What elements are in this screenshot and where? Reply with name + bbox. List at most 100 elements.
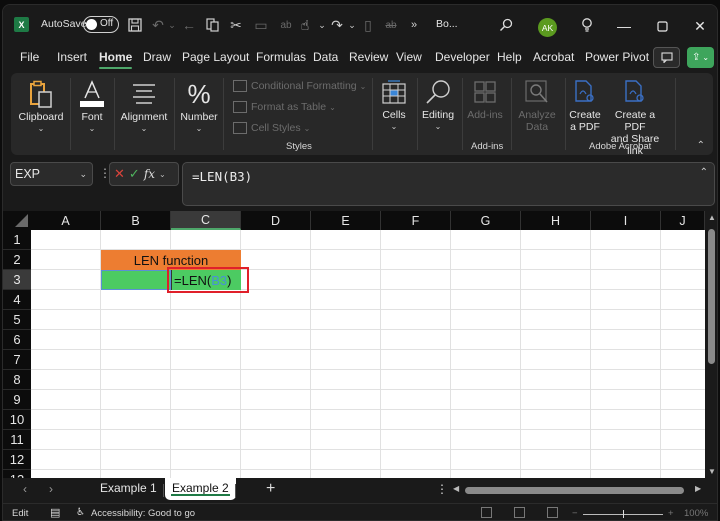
tab-page-layout[interactable]: Page Layout bbox=[182, 50, 249, 64]
create-pdf-button[interactable]: Create a PDF bbox=[567, 77, 603, 133]
sheet-tab-example-2[interactable]: Example 2 bbox=[165, 478, 236, 500]
accessibility-icon[interactable]: ♿ bbox=[76, 507, 85, 518]
cells-button[interactable]: Cells ⌄ bbox=[377, 77, 411, 131]
tab-insert[interactable]: Insert bbox=[57, 50, 87, 64]
collapse-formula-bar-icon[interactable]: ⌃ bbox=[700, 167, 708, 178]
zoom-in-button[interactable]: + bbox=[668, 508, 674, 519]
save-icon[interactable] bbox=[127, 17, 143, 33]
column-header-f[interactable]: F bbox=[381, 211, 451, 230]
chevron-down-icon[interactable]: ⌄ bbox=[159, 170, 166, 179]
spell-check-icon[interactable]: ab bbox=[278, 17, 294, 33]
zoom-out-button[interactable]: − bbox=[572, 508, 578, 519]
tab-home[interactable]: Home bbox=[99, 50, 133, 69]
tab-splitter-icon[interactable]: ⋮ bbox=[436, 482, 448, 496]
lightbulb-icon[interactable] bbox=[579, 17, 595, 33]
insert-function-icon[interactable]: fx bbox=[144, 167, 155, 181]
search-icon[interactable] bbox=[498, 17, 514, 33]
tab-developer[interactable]: Developer bbox=[435, 50, 490, 64]
document-title[interactable]: Bo... bbox=[436, 18, 458, 30]
tab-draw[interactable]: Draw bbox=[143, 50, 171, 64]
tab-view[interactable]: View bbox=[396, 50, 422, 64]
column-header-i[interactable]: I bbox=[591, 211, 661, 230]
touch-dropdown-icon[interactable]: ⌄ bbox=[314, 17, 330, 33]
prev-sheet-icon[interactable]: ‹ bbox=[23, 482, 27, 496]
maximize-icon[interactable] bbox=[653, 17, 671, 35]
copy-icon[interactable] bbox=[205, 17, 221, 33]
cancel-icon[interactable]: ✕ bbox=[114, 166, 125, 182]
tab-data[interactable]: Data bbox=[313, 50, 338, 64]
undo-dropdown-icon[interactable]: ⌄ bbox=[164, 17, 180, 33]
share-button[interactable]: ⇪ ⌄ bbox=[687, 47, 714, 68]
analyze-data-button[interactable]: Analyze Data bbox=[515, 77, 559, 133]
workbook-stats-icon[interactable]: ▤ bbox=[50, 506, 60, 519]
name-box[interactable]: EXP ⌄ bbox=[10, 162, 93, 186]
tab-power-pivot[interactable]: Power Pivot bbox=[585, 50, 649, 64]
accessibility-status[interactable]: Accessibility: Good to go bbox=[91, 508, 195, 519]
column-header-c[interactable]: C bbox=[171, 211, 241, 230]
enter-icon[interactable]: ✓ bbox=[129, 166, 140, 182]
image-icon[interactable]: ▭ bbox=[253, 17, 269, 33]
strikethrough-icon[interactable]: ab bbox=[383, 17, 399, 33]
vertical-scrollbar[interactable]: ▲ ▼ bbox=[706, 211, 717, 478]
tab-formulas[interactable]: Formulas bbox=[256, 50, 306, 64]
tab-review[interactable]: Review bbox=[349, 50, 388, 64]
add-ins-button[interactable]: Add-ins bbox=[465, 77, 505, 121]
row-header-9[interactable]: 9 bbox=[3, 390, 31, 410]
close-icon[interactable]: ✕ bbox=[691, 17, 709, 35]
zoom-slider-thumb[interactable] bbox=[623, 510, 624, 518]
scroll-left-icon[interactable]: ◀ bbox=[453, 484, 459, 493]
document-icon[interactable]: ▯ bbox=[360, 17, 376, 33]
formula-input[interactable]: =LEN(B3) ⌃ bbox=[182, 162, 715, 206]
column-header-d[interactable]: D bbox=[241, 211, 311, 230]
scroll-down-icon[interactable]: ▼ bbox=[708, 467, 716, 476]
redo-icon[interactable]: ↷ bbox=[329, 17, 345, 33]
column-header-h[interactable]: H bbox=[521, 211, 591, 230]
scroll-right-icon[interactable]: ▶ bbox=[695, 484, 701, 493]
row-header-8[interactable]: 8 bbox=[3, 370, 31, 390]
user-avatar[interactable]: AK bbox=[538, 18, 557, 37]
comments-button[interactable] bbox=[653, 47, 680, 68]
row-header-4[interactable]: 4 bbox=[3, 290, 31, 310]
row-header-1[interactable]: 1 bbox=[3, 230, 31, 250]
row-header-10[interactable]: 10 bbox=[3, 410, 31, 430]
column-header-b[interactable]: B bbox=[101, 211, 171, 230]
scroll-up-icon[interactable]: ▲ bbox=[708, 213, 716, 222]
collapse-ribbon-icon[interactable]: ⌃ bbox=[697, 140, 705, 151]
normal-view-icon[interactable] bbox=[481, 507, 492, 518]
touch-mode-icon[interactable]: ☝ bbox=[297, 17, 313, 33]
clipboard-button[interactable]: Clipboard ⌄ bbox=[19, 79, 63, 133]
number-button[interactable]: % Number ⌄ bbox=[179, 79, 219, 134]
cut-icon[interactable]: ✂ bbox=[228, 17, 244, 33]
font-button[interactable]: Font ⌄ bbox=[77, 79, 107, 133]
row-header-3[interactable]: 3 bbox=[3, 270, 31, 290]
alignment-button[interactable]: Alignment ⌄ bbox=[119, 79, 169, 133]
column-header-a[interactable]: A bbox=[31, 211, 101, 230]
tab-file[interactable]: File bbox=[20, 50, 39, 64]
row-header-6[interactable]: 6 bbox=[3, 330, 31, 350]
back-icon[interactable]: ← bbox=[181, 17, 197, 33]
select-all-button[interactable] bbox=[3, 211, 31, 230]
format-as-table-button[interactable]: Format as Table ⌄ bbox=[233, 101, 336, 113]
chevron-down-icon[interactable]: ⌄ bbox=[79, 169, 87, 180]
column-header-g[interactable]: G bbox=[451, 211, 521, 230]
page-layout-view-icon[interactable] bbox=[514, 507, 525, 518]
row-header-7[interactable]: 7 bbox=[3, 350, 31, 370]
autosave-toggle[interactable]: Off bbox=[83, 16, 119, 33]
row-header-5[interactable]: 5 bbox=[3, 310, 31, 330]
cell-area[interactable]: LEN function =LEN(B3) bbox=[31, 230, 705, 478]
editing-button[interactable]: Editing ⌄ bbox=[421, 77, 455, 131]
row-header-2[interactable]: 2 bbox=[3, 250, 31, 270]
tab-help[interactable]: Help bbox=[497, 50, 522, 64]
next-sheet-icon[interactable]: › bbox=[49, 482, 53, 496]
cell-styles-button[interactable]: Cell Styles ⌄ bbox=[233, 122, 310, 134]
more-commands-icon[interactable]: » bbox=[406, 17, 422, 33]
minimize-icon[interactable]: — bbox=[615, 17, 633, 35]
sheet-tab-example-1[interactable]: Example 1 bbox=[100, 481, 157, 495]
column-header-j[interactable]: J bbox=[661, 211, 705, 230]
conditional-formatting-button[interactable]: Conditional Formatting ⌄ bbox=[233, 80, 366, 92]
row-header-12[interactable]: 12 bbox=[3, 450, 31, 470]
column-header-e[interactable]: E bbox=[311, 211, 381, 230]
zoom-level[interactable]: 100% bbox=[684, 508, 708, 519]
tab-acrobat[interactable]: Acrobat bbox=[533, 50, 574, 64]
add-sheet-button[interactable]: + bbox=[266, 480, 275, 498]
